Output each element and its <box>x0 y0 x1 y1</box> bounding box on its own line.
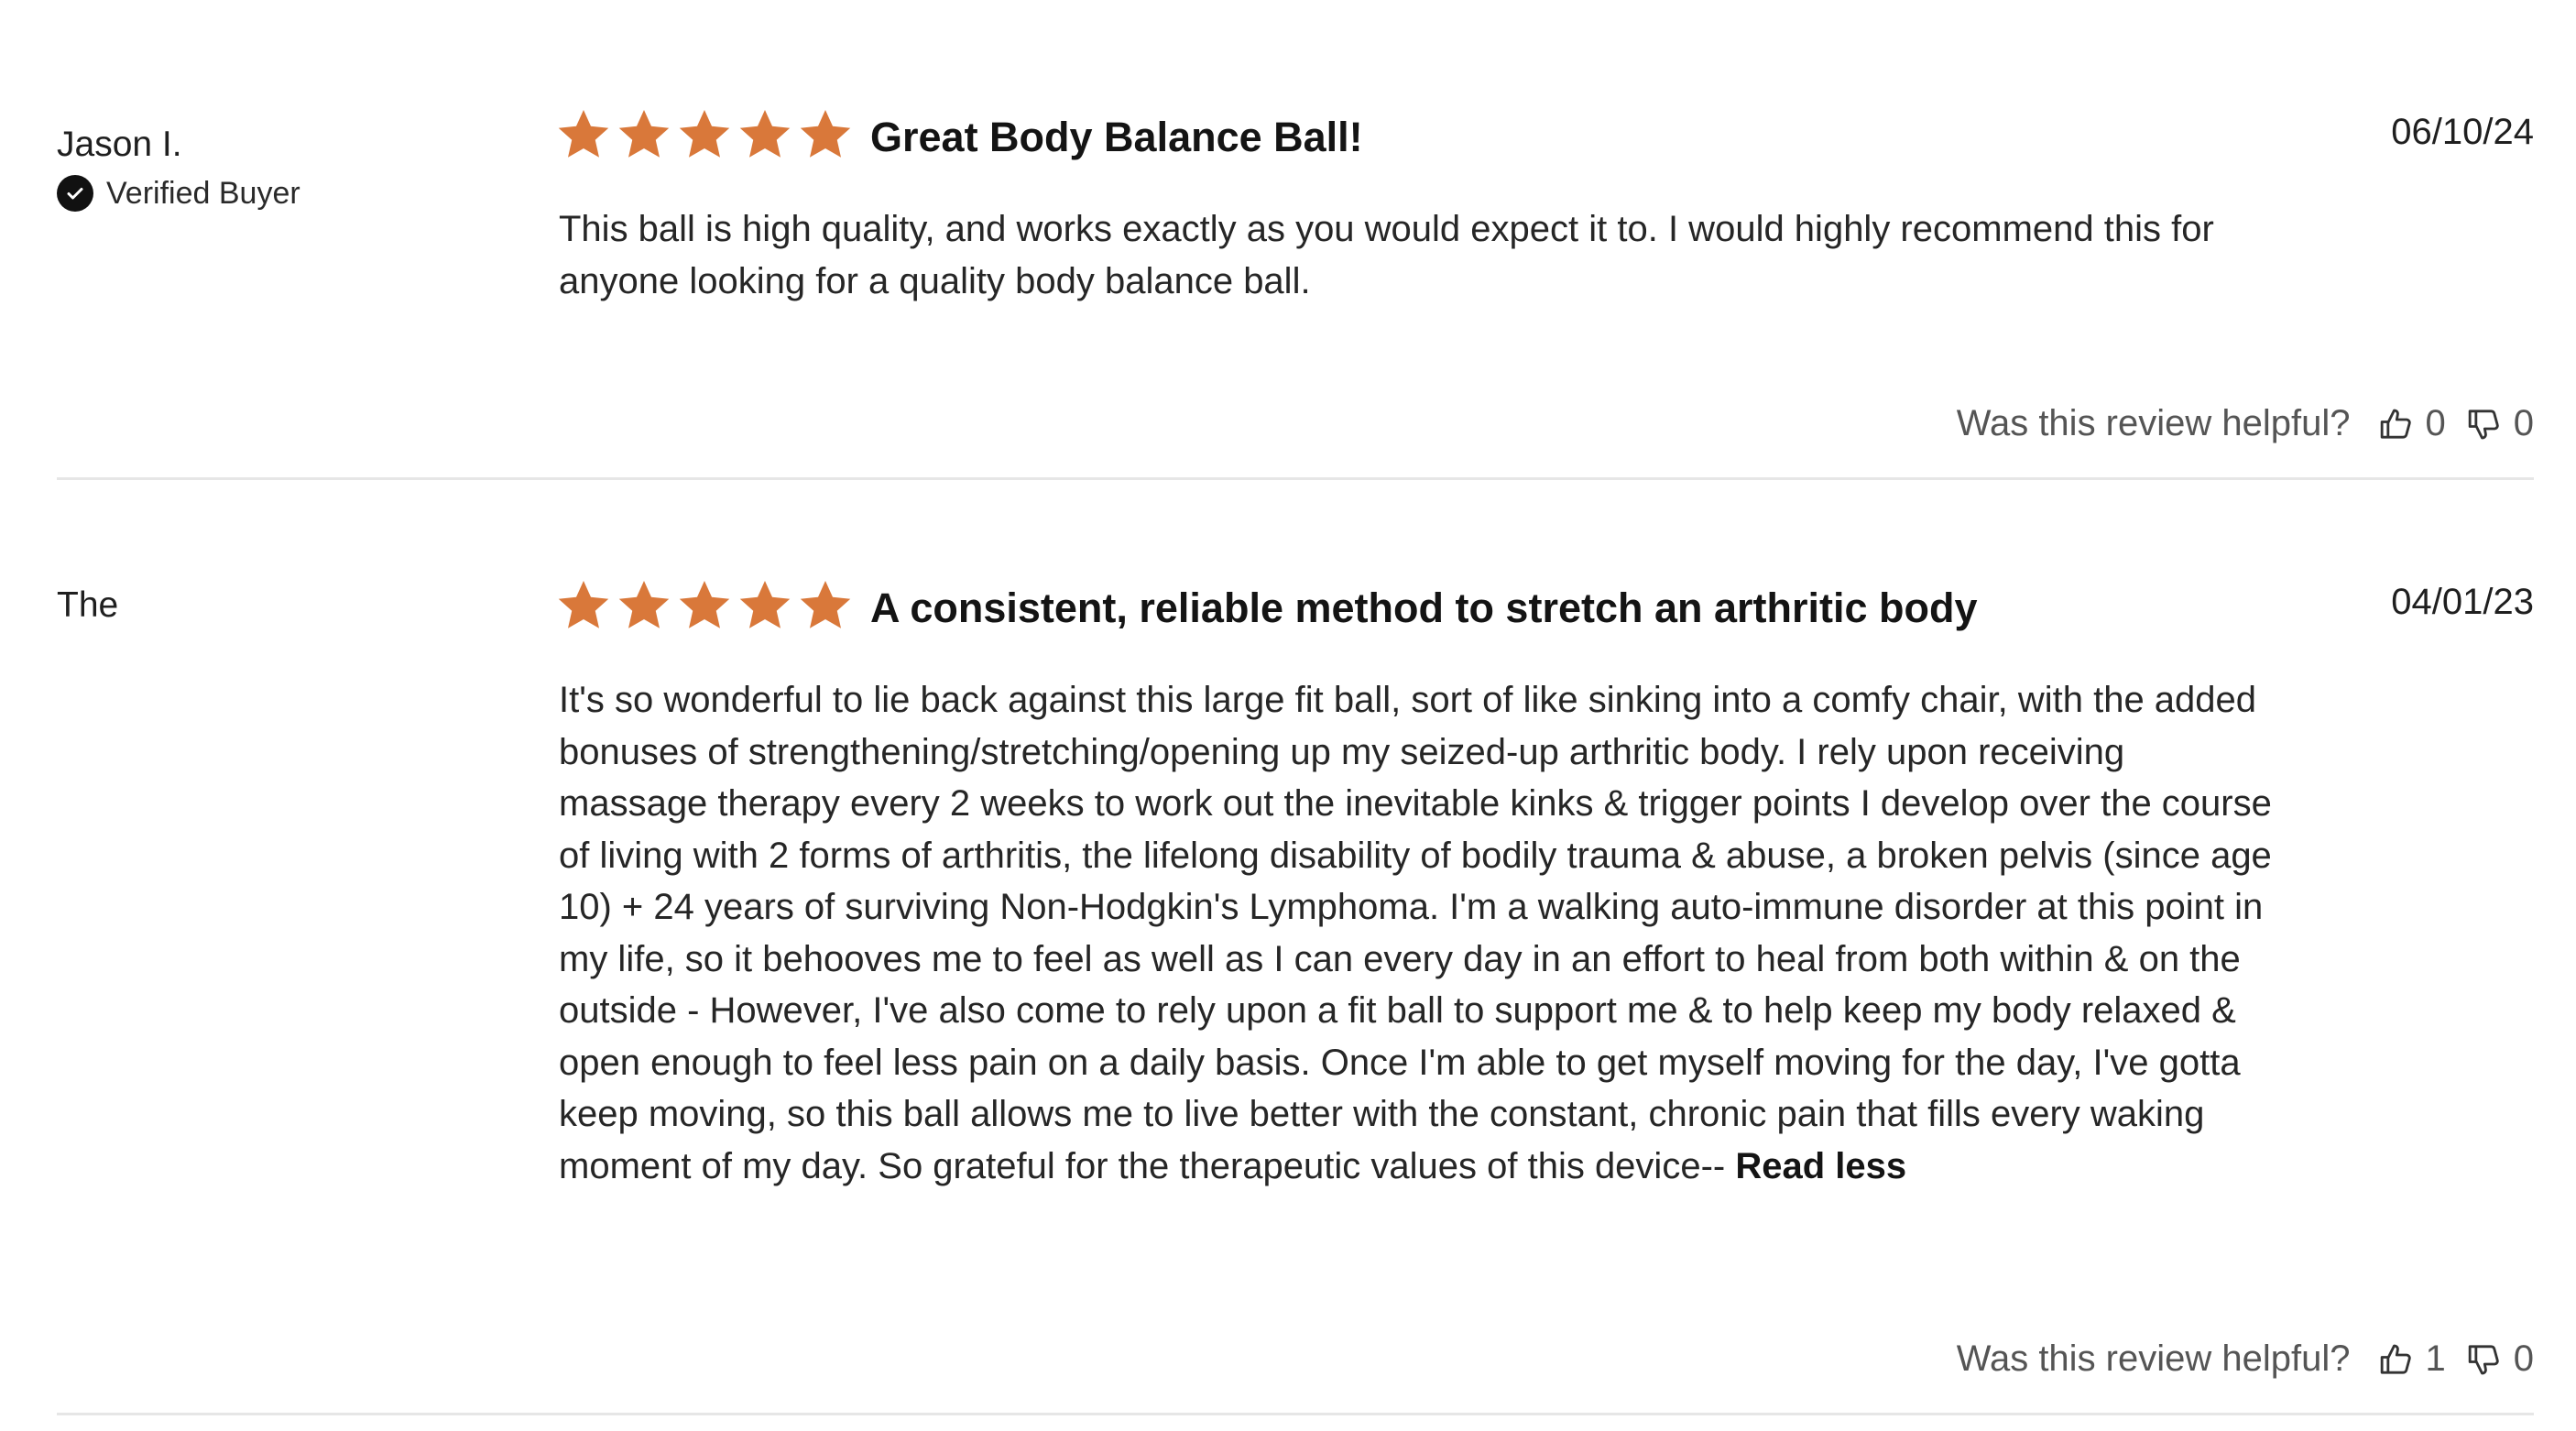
review-date: 04/01/23 <box>2391 582 2534 622</box>
review-body-text: It's so wonderful to lie back against th… <box>559 680 2272 1186</box>
star-icon <box>737 107 792 162</box>
helpful-no-count: 0 <box>2513 1338 2534 1379</box>
star-icon <box>737 578 792 633</box>
star-icon <box>617 578 671 633</box>
review-title: A consistent, reliable method to stretch… <box>870 584 1978 631</box>
verified-label: Verified Buyer <box>106 175 300 211</box>
helpful-yes-button[interactable]: 1 <box>2378 1338 2446 1380</box>
helpful-prompt: Was this review helpful? <box>1956 1338 2351 1379</box>
review-item: Jason I. Verified Buyer Great Body Balan… <box>57 0 2534 480</box>
review-body: This ball is high quality, and works exa… <box>559 203 2281 307</box>
helpful-yes-count: 0 <box>2425 403 2446 443</box>
review-date: 06/10/24 <box>2391 112 2534 152</box>
star-icon <box>798 107 853 162</box>
helpful-yes-count: 1 <box>2425 1338 2446 1379</box>
star-icon <box>677 107 732 162</box>
star-icon <box>556 107 611 162</box>
review-title: Great Body Balance Ball! <box>870 114 1363 160</box>
helpful-yes-button[interactable]: 0 <box>2378 403 2446 444</box>
star-icon <box>798 578 853 633</box>
star-icon <box>556 578 611 633</box>
helpful-prompt: Was this review helpful? <box>1956 403 2351 443</box>
thumbs-up-icon <box>2378 406 2415 442</box>
star-rating <box>556 578 853 633</box>
verified-badge: Verified Buyer <box>57 175 300 212</box>
star-rating <box>556 107 853 162</box>
helpful-no-count: 0 <box>2513 403 2534 443</box>
thumbs-down-icon <box>2466 1341 2503 1378</box>
read-less-link[interactable]: Read less <box>1735 1146 1906 1186</box>
helpful-no-button[interactable]: 0 <box>2466 403 2534 444</box>
review-author: Jason I. <box>57 125 182 164</box>
review-body-text: This ball is high quality, and works exa… <box>559 209 2214 301</box>
review-body: It's so wonderful to lie back against th… <box>559 674 2281 1192</box>
helpful-section: Was this review helpful? 1 0 <box>1957 1338 2534 1380</box>
star-icon <box>617 107 671 162</box>
thumbs-down-icon <box>2466 406 2503 442</box>
helpful-section: Was this review helpful? 0 0 <box>1957 403 2534 444</box>
check-circle-icon <box>57 175 93 212</box>
thumbs-up-icon <box>2378 1341 2415 1378</box>
star-icon <box>677 578 732 633</box>
review-item: The A consistent, reliable method to str… <box>57 480 2534 1415</box>
review-author: The <box>57 585 119 625</box>
helpful-no-button[interactable]: 0 <box>2466 1338 2534 1380</box>
